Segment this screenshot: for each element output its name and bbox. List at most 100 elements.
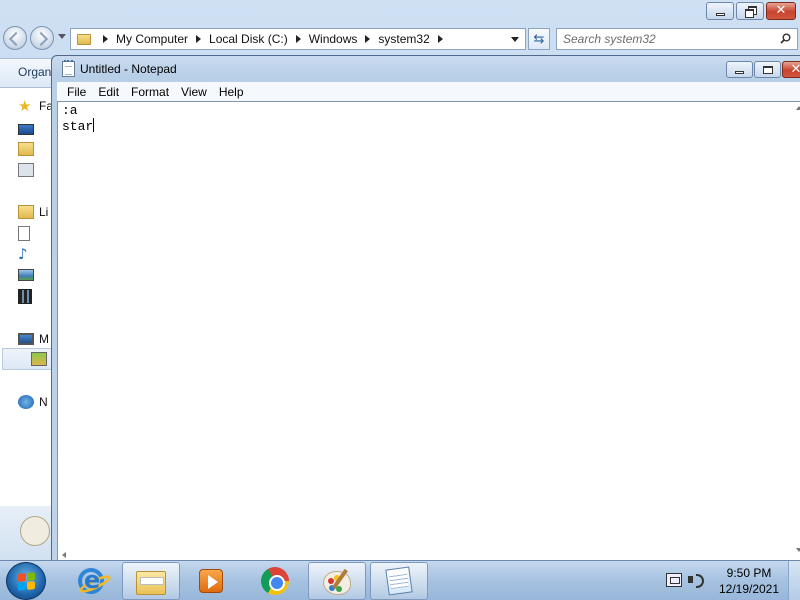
breadcrumb-separator[interactable] <box>295 35 301 43</box>
desktop-icon <box>18 123 34 135</box>
system-clock[interactable]: 9:50 PM 12/19/2021 <box>716 565 782 597</box>
menu-bar: File Edit Format View Help <box>57 82 800 101</box>
scroll-down-arrow-icon[interactable] <box>796 548 800 552</box>
breadcrumb-separator[interactable] <box>365 35 371 43</box>
notepad-close-button[interactable]: ✕ <box>782 61 800 78</box>
editor-text[interactable]: :a star <box>62 103 95 134</box>
computer-icon <box>18 333 34 345</box>
music-icon: ♪ <box>18 245 28 263</box>
local-disk-icon <box>31 352 47 366</box>
clock-time: 9:50 PM <box>726 566 772 580</box>
minimize-icon <box>735 71 744 74</box>
search-box[interactable] <box>556 28 798 50</box>
network-status-icon[interactable] <box>666 573 682 587</box>
restore-icon <box>744 6 757 18</box>
show-desktop-button[interactable] <box>788 561 800 600</box>
downloads-icon <box>18 142 34 156</box>
nav-libraries[interactable]: Li <box>18 204 48 220</box>
notepad-app-icon[interactable] <box>62 60 75 77</box>
nav-desktop[interactable] <box>18 121 34 137</box>
start-button[interactable] <box>6 562 46 600</box>
breadcrumb-separator[interactable] <box>103 35 108 43</box>
notepad-icon <box>385 566 413 596</box>
forward-button[interactable] <box>30 26 54 50</box>
taskbar-internet-explorer[interactable] <box>62 562 120 600</box>
breadcrumb-system32[interactable]: system32 <box>378 32 429 46</box>
window-title: Untitled - Notepad <box>80 62 177 76</box>
nav-videos[interactable] <box>18 288 32 304</box>
libraries-icon <box>18 205 34 219</box>
media-player-icon <box>199 569 223 593</box>
nav-network[interactable]: N <box>18 394 48 410</box>
notepad-minimize-button[interactable] <box>726 61 753 78</box>
refresh-icon: ⇆ <box>533 31 545 47</box>
explorer-window-controls: ✕ <box>706 2 796 20</box>
nav-favorites[interactable]: ★ Fa <box>18 98 53 114</box>
address-dropdown-icon[interactable] <box>511 37 519 42</box>
menu-file[interactable]: File <box>61 85 92 99</box>
nav-recent-places[interactable] <box>18 162 34 178</box>
volume-icon[interactable] <box>688 573 704 588</box>
organize-button[interactable]: Organ <box>18 65 51 79</box>
editor-line: :a <box>62 103 78 118</box>
nav-network-label: N <box>39 395 48 409</box>
taskbar-windows-explorer[interactable] <box>122 562 180 600</box>
clock-date: 12/19/2021 <box>718 582 780 596</box>
scroll-up-arrow-icon[interactable] <box>796 106 800 110</box>
navigation-pane: ★ Fa Li ♪ M N <box>0 88 53 560</box>
folder-icon <box>77 33 91 45</box>
nav-computer-label: M <box>39 332 49 346</box>
taskbar: 9:50 PM 12/19/2021 <box>0 560 800 600</box>
notepad-window-controls: ✕ <box>726 61 800 78</box>
videos-icon <box>18 288 32 304</box>
text-editor[interactable]: :a star <box>57 101 800 561</box>
breadcrumb-separator[interactable] <box>437 35 443 43</box>
recent-places-icon <box>18 163 34 177</box>
internet-explorer-icon <box>77 566 113 596</box>
notepad-maximize-button[interactable] <box>754 61 781 78</box>
menu-edit[interactable]: Edit <box>92 85 125 99</box>
taskbar-google-chrome[interactable] <box>246 562 304 600</box>
explorer-restore-button[interactable] <box>736 2 764 20</box>
menu-view[interactable]: View <box>175 85 213 99</box>
breadcrumb-local-disk[interactable]: Local Disk (C:) <box>209 32 288 46</box>
breadcrumb-separator[interactable] <box>196 35 202 43</box>
nav-downloads[interactable] <box>18 141 34 157</box>
close-icon: ✕ <box>775 3 787 18</box>
windows-logo-icon <box>18 572 35 591</box>
minimize-icon <box>715 12 725 16</box>
close-icon: ✕ <box>790 61 800 77</box>
nav-documents[interactable] <box>18 225 30 241</box>
recent-pages-dropdown[interactable] <box>58 34 66 39</box>
pictures-icon <box>18 269 34 281</box>
explorer-minimize-button[interactable] <box>706 2 734 20</box>
search-input[interactable] <box>563 31 763 47</box>
system-tray <box>666 573 704 588</box>
taskbar-paint[interactable] <box>308 562 366 600</box>
explorer-close-button[interactable]: ✕ <box>766 2 796 20</box>
refresh-button[interactable]: ⇆ <box>528 28 550 50</box>
taskbar-windows-media-player[interactable] <box>182 562 240 600</box>
paint-icon <box>323 568 351 595</box>
star-icon: ★ <box>18 97 32 115</box>
details-pane <box>0 506 52 560</box>
search-icon[interactable] <box>780 33 791 44</box>
nav-pictures[interactable] <box>18 267 34 283</box>
editor-line: star <box>62 119 94 134</box>
breadcrumb-my-computer[interactable]: My Computer <box>116 32 188 46</box>
nav-local-disk-selected[interactable] <box>2 348 52 370</box>
scroll-left-arrow-icon[interactable] <box>62 552 66 558</box>
nav-libraries-label: Li <box>39 205 49 219</box>
address-bar[interactable]: My Computer Local Disk (C:) Windows syst… <box>70 28 526 50</box>
maximize-icon <box>762 65 773 74</box>
menu-format[interactable]: Format <box>125 85 175 99</box>
nav-computer[interactable]: M <box>18 331 49 347</box>
nav-music[interactable]: ♪ <box>18 246 34 262</box>
explorer-nav-row: My Computer Local Disk (C:) Windows syst… <box>0 26 800 50</box>
breadcrumb-windows[interactable]: Windows <box>309 32 358 46</box>
documents-icon <box>18 225 30 241</box>
network-icon <box>18 395 34 409</box>
menu-help[interactable]: Help <box>213 85 250 99</box>
back-button[interactable] <box>3 26 27 50</box>
taskbar-notepad[interactable] <box>370 562 428 600</box>
